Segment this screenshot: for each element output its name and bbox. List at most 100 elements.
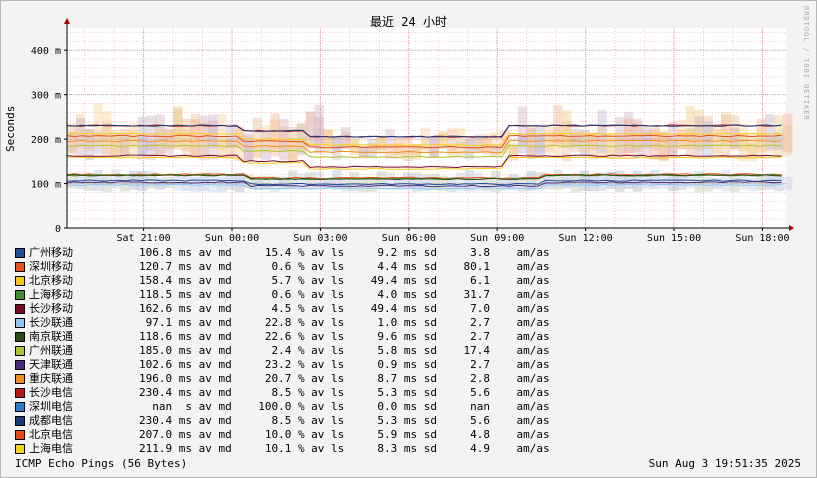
smoke-band-upper	[756, 126, 766, 158]
legend-stats: 106.8 ms av md 15.4 % av ls 9.2 ms sd 3.…	[139, 246, 550, 259]
legend-series-name: 北京移动	[29, 274, 73, 287]
legend-row: 重庆联通 196.0 ms av md 20.7 % av ls 8.7 ms s…	[15, 372, 550, 386]
legend-swatch	[15, 318, 25, 328]
legend-swatch	[15, 248, 25, 258]
smoke-band-lower	[509, 174, 519, 190]
smoke-band-upper	[226, 139, 236, 159]
legend-series-name: 成都电信	[29, 414, 73, 427]
legend-swatch	[15, 430, 25, 440]
legend-swatch	[15, 416, 25, 426]
legend-stats: 196.0 ms av md 20.7 % av ls 8.7 ms sd 2.…	[139, 372, 550, 385]
x-tick-label: Sat 21:00	[117, 233, 171, 244]
smoke-band-lower	[650, 170, 660, 189]
legend-row: 上海移动 118.5 ms av md 0.6 % av ls 4.0 ms sd…	[15, 288, 550, 302]
legend-stats: 102.6 ms av md 23.2 % av ls 0.9 ms sd 2.…	[139, 358, 550, 371]
legend: 广州移动 106.8 ms av md 15.4 % av ls 9.2 ms s…	[15, 246, 550, 456]
smoke-band-lower	[730, 175, 740, 193]
legend-stats: 162.6 ms av md 4.5 % av ls 49.4 ms sd 7.…	[139, 302, 550, 315]
y-tick-label: 0	[55, 224, 61, 235]
smoke-band-lower	[756, 176, 766, 191]
legend-row: 长沙联通 97.1 ms av md 22.8 % av ls 1.0 ms s…	[15, 316, 550, 330]
smoke-band-upper	[305, 111, 316, 148]
smoke-band-lower	[429, 173, 439, 190]
smoke-band-upper	[676, 129, 687, 150]
legend-stats: 118.6 ms av md 22.6 % av ls 9.6 ms sd 2.…	[139, 330, 550, 343]
legend-swatch	[15, 388, 25, 398]
smoke-band-upper	[420, 139, 430, 153]
smoke-band-upper	[464, 139, 475, 160]
smoke-band-lower	[120, 175, 130, 192]
legend-row: 深圳移动 120.7 ms av md 0.6 % av ls 4.4 ms sd…	[15, 260, 550, 274]
x-tick-label: Sun 06:00	[382, 233, 436, 244]
smoke-band-upper	[155, 114, 165, 155]
smoke-band-lower	[588, 176, 598, 192]
legend-series-name: 上海移动	[29, 288, 73, 301]
smoke-band-upper	[358, 146, 369, 157]
legend-row: 广州移动 106.8 ms av md 15.4 % av ls 9.2 ms s…	[15, 246, 550, 260]
legend-row: 北京移动 158.4 ms av md 5.7 % av ls 49.4 ms s…	[15, 274, 550, 288]
legend-series-name: 广州联通	[29, 344, 73, 357]
smoke-band-lower	[491, 170, 501, 193]
smoke-band-upper	[562, 110, 572, 149]
smoke-band-upper	[623, 118, 634, 156]
x-tick-label: Sun 15:00	[647, 233, 701, 244]
legend-series-name: 广州移动	[29, 246, 73, 259]
smoke-band-upper	[67, 123, 77, 155]
legend-series-name: 上海电信	[29, 442, 73, 455]
x-tick-label: Sun 09:00	[470, 233, 524, 244]
smoke-band-lower	[190, 176, 201, 192]
smoke-band-upper	[199, 115, 209, 160]
legend-stats: 158.4 ms av md 5.7 % av ls 49.4 ms sd 6.…	[139, 274, 550, 287]
smoke-band-lower	[155, 177, 165, 190]
legend-stats: 207.0 ms av md 10.0 % av ls 5.9 ms sd 4.…	[139, 428, 550, 441]
legend-row: 成都电信 230.4 ms av md 8.5 % av ls 5.3 ms sd…	[15, 414, 550, 428]
legend-swatch	[15, 444, 25, 454]
smoke-band-lower	[632, 170, 643, 192]
legend-stats: 230.4 ms av md 8.5 % av ls 5.3 ms sd 5.6…	[139, 414, 550, 427]
legend-series-name: 重庆联通	[29, 372, 73, 385]
smoke-band-lower	[659, 174, 669, 189]
smoke-band-upper	[296, 124, 307, 154]
smoke-band-lower	[296, 173, 307, 190]
y-axis-arrow	[64, 18, 70, 24]
y-tick-label: 200 m	[31, 135, 61, 146]
legend-series-name: 长沙移动	[29, 302, 73, 315]
legend-series-name: 深圳电信	[29, 400, 73, 413]
legend-swatch	[15, 346, 25, 356]
legend-stats: nan s av md 100.0 % av ls 0.0 ms sd nan …	[139, 400, 550, 413]
smoke-band-upper	[685, 128, 696, 157]
smoke-band-upper	[668, 122, 678, 155]
legend-row: 深圳电信 nan s av md 100.0 % av ls 0.0 ms sd…	[15, 400, 550, 414]
y-tick-label: 300 m	[31, 91, 61, 102]
legend-swatch	[15, 402, 25, 412]
legend-series-name: 天津联通	[29, 358, 73, 371]
smoke-band-upper	[429, 138, 439, 158]
legend-stats: 211.9 ms av md 10.1 % av ls 8.3 ms sd 4.…	[139, 442, 550, 455]
smoke-band-upper	[783, 113, 793, 153]
smoke-band-upper	[102, 122, 112, 155]
smoke-band-lower	[385, 172, 395, 191]
smoke-band-lower	[102, 175, 112, 193]
smoke-band-lower	[217, 176, 227, 193]
smoke-band-upper	[75, 118, 86, 157]
footer-left-text: ICMP Echo Pings (56 Bytes)	[15, 457, 188, 470]
smoke-band-upper	[376, 136, 386, 153]
smoke-band-upper	[703, 121, 713, 156]
footer-right-text: Sun Aug 3 19:51:35 2025	[648, 457, 801, 470]
smoke-band-upper	[597, 110, 607, 154]
smoke-band-upper	[570, 132, 581, 152]
legend-series-name: 长沙联通	[29, 316, 73, 329]
x-tick-label: Sun 12:00	[559, 233, 613, 244]
smoke-band-upper	[632, 122, 643, 152]
smoke-band-lower	[738, 173, 749, 190]
smoke-band-upper	[332, 135, 342, 152]
legend-stats: 97.1 ms av md 22.8 % av ls 1.0 ms sd 2.7…	[139, 316, 550, 329]
smoke-band-lower	[783, 176, 793, 190]
legend-stats: 118.5 ms av md 0.6 % av ls 4.0 ms sd 31.…	[139, 288, 550, 301]
legend-row: 长沙移动 162.6 ms av md 4.5 % av ls 49.4 ms s…	[15, 302, 550, 316]
smoke-band-upper	[615, 116, 625, 157]
y-tick-label: 400 m	[31, 46, 61, 57]
legend-stats: 185.0 ms av md 2.4 % av ls 5.8 ms sd 17.…	[139, 344, 550, 357]
smoke-band-upper	[84, 128, 95, 151]
legend-swatch	[15, 276, 25, 286]
